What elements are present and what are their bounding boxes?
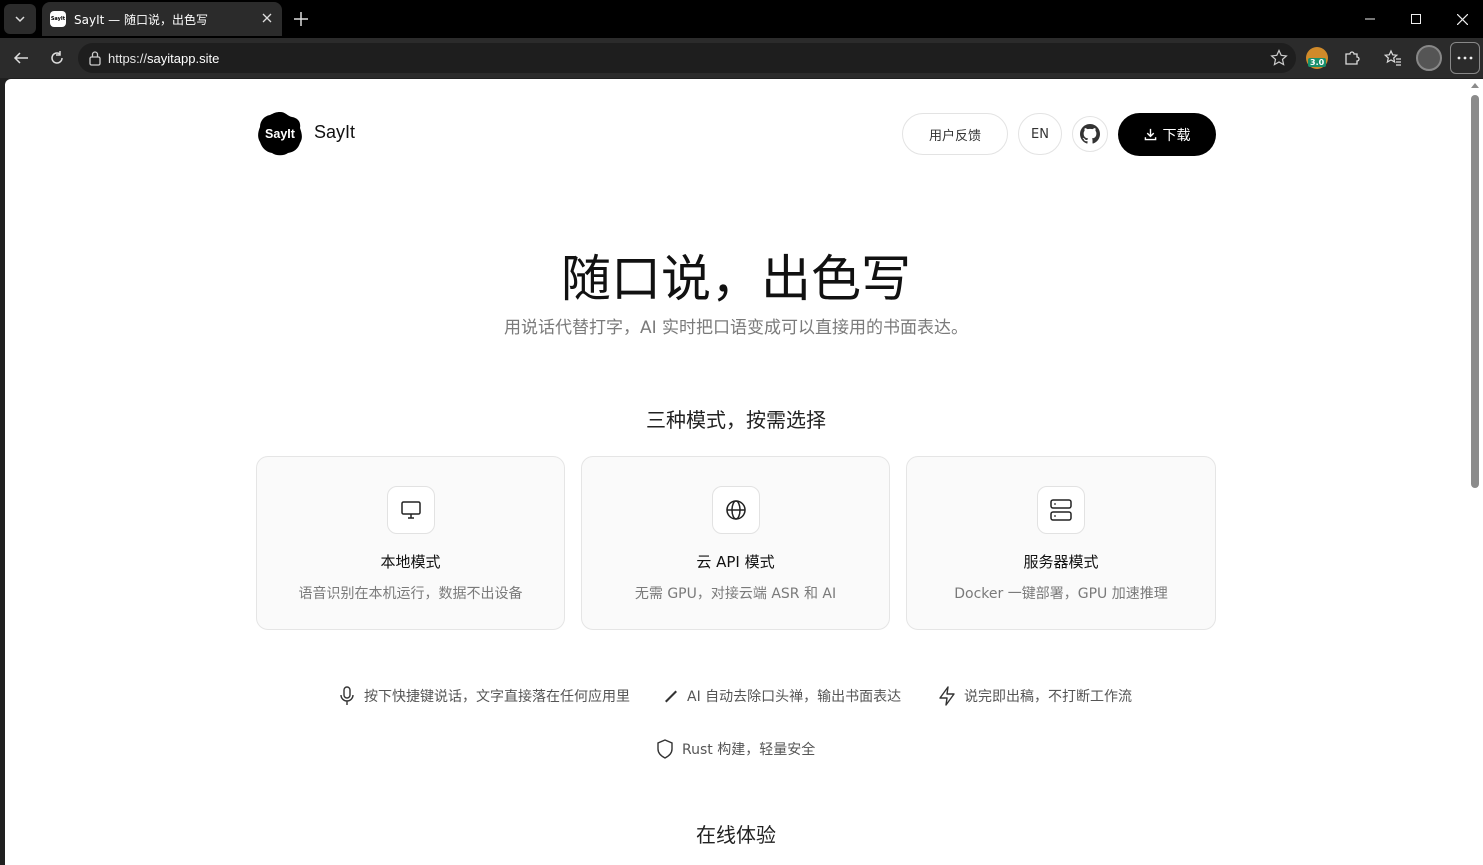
server-icon (1050, 499, 1072, 521)
browser-toolbar: https://sayitapp.site 3.0 (0, 38, 1483, 78)
card-icon-box (1037, 486, 1085, 534)
feature-item: AI 自动去除口头禅，输出书面表达 (663, 686, 901, 706)
download-icon (1144, 128, 1156, 141)
favorites-icon (1384, 49, 1401, 66)
card-title: 云 API 模式 (696, 553, 775, 571)
extension-badge-label: 3.0 (1308, 58, 1327, 67)
refresh-button[interactable] (42, 43, 72, 73)
hero-subtitle: 用说话代替打字，AI 实时把口语变成可以直接用的书面表达。 (503, 318, 969, 338)
card-description: Docker 一键部署，GPU 加速推理 (954, 586, 1168, 602)
settings-more-button[interactable] (1450, 42, 1480, 74)
mode-card-local: 本地模式 语音识别在本机运行，数据不出设备 (256, 456, 565, 630)
brand-name[interactable]: SayIt (314, 122, 355, 143)
scrollbar-thumb[interactable] (1471, 95, 1479, 488)
close-icon (1456, 13, 1468, 25)
url-host: sayitapp.site (147, 50, 220, 66)
more-dots-icon (1457, 56, 1473, 60)
download-button[interactable]: 下载 (1118, 113, 1216, 156)
new-tab-button[interactable] (288, 6, 314, 32)
plus-icon (294, 12, 308, 26)
star-icon[interactable] (1270, 49, 1288, 67)
refresh-icon (51, 51, 63, 64)
profile-avatar-button[interactable] (1416, 45, 1442, 71)
github-button[interactable] (1072, 116, 1108, 152)
favorites-button[interactable] (1378, 43, 1408, 73)
globe-icon (726, 500, 746, 520)
shield-icon (657, 739, 673, 759)
github-icon (1080, 124, 1100, 144)
feature-item: 按下快捷键说话，文字直接落在任何应用里 (338, 686, 630, 706)
tab-close-button[interactable] (262, 8, 272, 27)
card-icon-box (712, 486, 760, 534)
monitor-icon (401, 501, 421, 519)
download-label: 下载 (1162, 127, 1191, 144)
minimize-button[interactable] (1347, 0, 1393, 38)
card-description: 语音识别在本机运行，数据不出设备 (298, 586, 523, 602)
feature-text: Rust 构建，轻量安全 (682, 742, 816, 758)
card-title: 服务器模式 (1023, 553, 1099, 571)
arrow-left-icon (13, 52, 28, 64)
chevron-down-icon (15, 16, 25, 23)
browser-tab-active[interactable]: SayIt SayIt — 随口说，出色写 (42, 2, 282, 36)
feature-text: AI 自动去除口头禅，输出书面表达 (687, 689, 902, 705)
feature-item: 说完即出稿，不打断工作流 (938, 686, 1132, 706)
modes-section-title: 三种模式，按需选择 (646, 408, 826, 432)
page-scrollbar[interactable] (1467, 79, 1483, 865)
pen-icon (665, 690, 677, 703)
web-page: SayIt SayIt 用户反馈 EN 下载 随口说，出色写 用说话代替打字，A… (5, 79, 1467, 865)
card-description: 无需 GPU，对接云端 ASR 和 AI (634, 586, 837, 602)
logo-text: SayIt (265, 127, 296, 141)
demo-section-title: 在线体验 (696, 823, 776, 847)
address-bar[interactable]: https://sayitapp.site (78, 43, 1296, 73)
lightning-icon (939, 686, 955, 706)
feedback-button[interactable]: 用户反馈 (902, 113, 1008, 155)
sayit-logo[interactable]: SayIt (256, 110, 304, 158)
microphone-icon (340, 686, 354, 705)
extensions-button[interactable] (1337, 43, 1367, 73)
mode-card-server: 服务器模式 Docker 一键部署，GPU 加速推理 (906, 456, 1216, 630)
feature-text: 说完即出稿，不打断工作流 (964, 689, 1132, 705)
close-icon (262, 13, 272, 23)
maximize-icon (1411, 14, 1421, 24)
maximize-button[interactable] (1393, 0, 1439, 38)
lock-icon (89, 51, 101, 66)
card-icon-box (387, 486, 435, 534)
scroll-up-arrow-icon[interactable] (1471, 83, 1479, 88)
url-scheme: https:// (108, 50, 148, 66)
feature-text: 按下快捷键说话，文字直接落在任何应用里 (364, 689, 630, 705)
minimize-icon (1365, 18, 1375, 20)
tab-strip: SayIt SayIt — 随口说，出色写 (0, 0, 1483, 38)
tab-title: SayIt — 随口说，出色写 (74, 12, 208, 27)
hero-title: 随口说，出色写 (561, 250, 911, 308)
puzzle-icon (1345, 51, 1360, 65)
close-window-button[interactable] (1439, 0, 1483, 38)
browser-window: SayIt SayIt — 随口说，出色写 https://sayitapp.s… (0, 0, 1483, 865)
back-button[interactable] (6, 43, 36, 73)
mode-card-cloud-api: 云 API 模式 无需 GPU，对接云端 ASR 和 AI (581, 456, 890, 630)
tab-actions-menu-button[interactable] (4, 4, 36, 34)
card-title: 本地模式 (380, 553, 441, 571)
feature-item: Rust 构建，轻量安全 (656, 739, 815, 759)
language-toggle-button[interactable]: EN (1018, 113, 1062, 155)
tab-favicon: SayIt (50, 11, 66, 27)
extension-badge-button[interactable]: 3.0 (1306, 47, 1328, 69)
url-text: https://sayitapp.site (108, 51, 219, 66)
